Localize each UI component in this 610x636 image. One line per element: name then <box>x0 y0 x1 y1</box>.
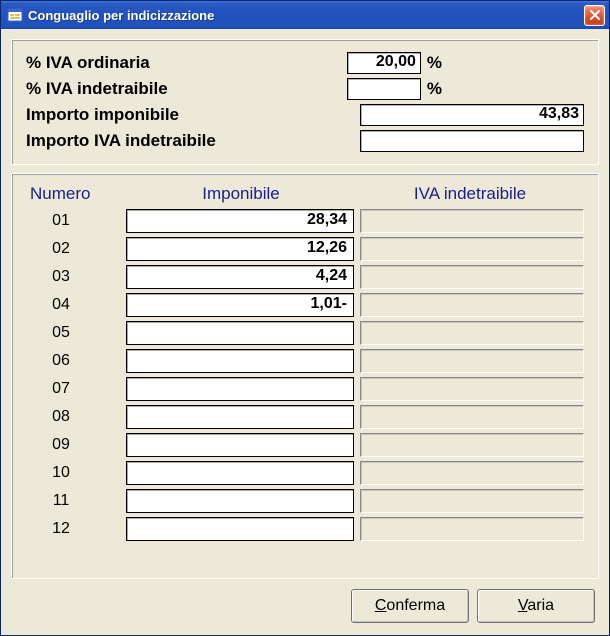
table-row: 09 <box>26 432 584 458</box>
imponibile-cell[interactable] <box>126 377 354 401</box>
client-area: % IVA ordinaria 20,00 % % IVA indetraibi… <box>1 29 609 635</box>
row-number: 11 <box>26 492 126 510</box>
iva-indetraibile-cell <box>360 433 584 457</box>
titlebar: Conguaglio per indicizzazione <box>1 1 609 29</box>
iva-indetraibile-cell <box>360 237 584 261</box>
table-row: 034,24 <box>26 264 584 290</box>
imponibile-cell[interactable] <box>126 349 354 373</box>
table-row: 041,01- <box>26 292 584 318</box>
row-number: 02 <box>26 240 126 258</box>
iva-indetraibile-cell <box>360 293 584 317</box>
iva-indetraibile-unit: % <box>427 79 442 99</box>
imponibile-cell[interactable]: 4,24 <box>126 265 354 289</box>
table-row: 0128,34 <box>26 208 584 234</box>
row-number: 04 <box>26 296 126 314</box>
iva-indetraibile-field[interactable] <box>347 78 421 100</box>
iva-indetraibile-cell <box>360 321 584 345</box>
table-row: 08 <box>26 404 584 430</box>
header-panel: % IVA ordinaria 20,00 % % IVA indetraibi… <box>11 39 599 165</box>
imponibile-cell[interactable]: 28,34 <box>126 209 354 233</box>
row-number: 07 <box>26 380 126 398</box>
table-row: 10 <box>26 460 584 486</box>
imponibile-cell[interactable]: 1,01- <box>126 293 354 317</box>
imponibile-cell[interactable] <box>126 321 354 345</box>
importo-imponibile-label: Importo imponibile <box>26 105 346 125</box>
col-header-numero: Numero <box>26 184 126 204</box>
varia-button[interactable]: Varia <box>477 589 595 623</box>
row-number: 03 <box>26 268 126 286</box>
grid-rows: 0128,340212,26034,24041,01-0506070809101… <box>26 208 584 542</box>
iva-indetraibile-cell <box>360 265 584 289</box>
dialog-window: Conguaglio per indicizzazione % IVA ordi… <box>0 0 610 636</box>
iva-indetraibile-cell <box>360 349 584 373</box>
table-row: 07 <box>26 376 584 402</box>
table-row: 12 <box>26 516 584 542</box>
row-number: 09 <box>26 436 126 454</box>
imponibile-cell[interactable]: 12,26 <box>126 237 354 261</box>
iva-indetraibile-cell <box>360 405 584 429</box>
close-icon <box>589 9 601 21</box>
app-icon <box>7 7 23 23</box>
button-row: Conferma Varia <box>11 587 599 623</box>
imponibile-cell[interactable] <box>126 461 354 485</box>
iva-indetraibile-cell <box>360 461 584 485</box>
conferma-label: Conferma <box>375 597 445 615</box>
col-header-iva: IVA indetraibile <box>356 184 584 204</box>
row-number: 06 <box>26 352 126 370</box>
iva-indetraibile-cell <box>360 377 584 401</box>
row-number: 12 <box>26 520 126 538</box>
table-row: 06 <box>26 348 584 374</box>
imponibile-cell[interactable] <box>126 489 354 513</box>
row-number: 01 <box>26 212 126 230</box>
iva-indetraibile-cell <box>360 489 584 513</box>
importo-iva-indetraibile-label: Importo IVA indetraibile <box>26 131 346 151</box>
window-title: Conguaglio per indicizzazione <box>28 8 584 23</box>
iva-ordinaria-label: % IVA ordinaria <box>26 53 346 73</box>
table-row: 11 <box>26 488 584 514</box>
table-row: 0212,26 <box>26 236 584 262</box>
close-button[interactable] <box>584 5 605 26</box>
varia-label: Varia <box>518 597 554 615</box>
grid-header: Numero Imponibile IVA indetraibile <box>26 184 584 204</box>
iva-ordinaria-unit: % <box>427 53 442 73</box>
iva-indetraibile-cell <box>360 209 584 233</box>
iva-indetraibile-label: % IVA indetraibile <box>26 79 346 99</box>
importo-imponibile-field[interactable]: 43,83 <box>360 104 584 126</box>
col-header-imponibile: Imponibile <box>126 184 356 204</box>
iva-indetraibile-cell <box>360 517 584 541</box>
importo-iva-indetraibile-field[interactable] <box>360 130 584 152</box>
conferma-button[interactable]: Conferma <box>351 589 469 623</box>
imponibile-cell[interactable] <box>126 517 354 541</box>
imponibile-cell[interactable] <box>126 405 354 429</box>
row-number: 08 <box>26 408 126 426</box>
iva-ordinaria-field[interactable]: 20,00 <box>347 52 421 74</box>
row-number: 05 <box>26 324 126 342</box>
table-row: 05 <box>26 320 584 346</box>
row-number: 10 <box>26 464 126 482</box>
imponibile-cell[interactable] <box>126 433 354 457</box>
grid-panel: Numero Imponibile IVA indetraibile 0128,… <box>11 173 599 579</box>
